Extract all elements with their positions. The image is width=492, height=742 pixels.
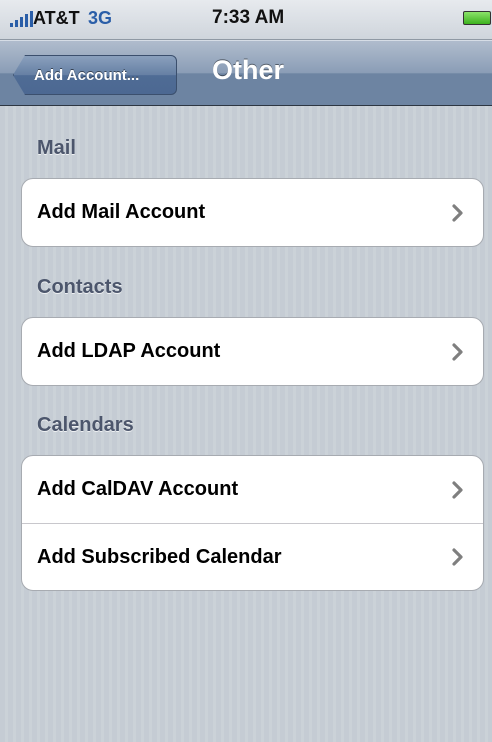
status-time: 7:33 AM <box>212 7 285 28</box>
group-mail: Add Mail Account <box>21 178 484 247</box>
back-button-label: Add Account... <box>34 66 140 84</box>
chevron-right-icon <box>452 480 463 499</box>
section-header-calendars: Calendars <box>37 414 134 436</box>
section-header-contacts: Contacts <box>37 276 123 298</box>
add-subscribed-calendar-cell[interactable]: Add Subscribed Calendar <box>22 523 483 590</box>
group-calendars: Add CalDAV Account Add Subscribed Calend… <box>21 455 484 591</box>
carrier-name: AT&T <box>33 8 80 28</box>
network-type: 3G <box>88 8 113 28</box>
cell-label: Add CalDAV Account <box>37 478 239 500</box>
cell-label: Add Subscribed Calendar <box>37 545 282 568</box>
screen: AT&T 3G 7:33 AM Add Account... Other Mai… <box>0 0 492 742</box>
group-contacts: Add LDAP Account <box>21 317 484 386</box>
back-button[interactable]: Add Account... <box>13 55 177 95</box>
add-mail-account-cell[interactable]: Add Mail Account <box>22 179 483 246</box>
add-caldav-account-cell[interactable]: Add CalDAV Account <box>22 456 483 523</box>
add-ldap-account-cell[interactable]: Add LDAP Account <box>22 318 483 385</box>
chevron-right-icon <box>452 203 463 222</box>
chevron-right-icon <box>452 548 463 566</box>
section-header-mail: Mail <box>37 137 76 159</box>
page-title: Other <box>212 55 285 85</box>
cell-label: Add Mail Account <box>37 201 206 223</box>
battery-icon <box>463 11 491 25</box>
status-bar: AT&T 3G 7:33 AM <box>0 0 492 40</box>
chevron-right-icon <box>452 342 463 361</box>
cell-label: Add LDAP Account <box>37 340 221 362</box>
navigation-bar: Add Account... Other <box>0 40 492 106</box>
signal-bars-icon <box>10 11 33 27</box>
